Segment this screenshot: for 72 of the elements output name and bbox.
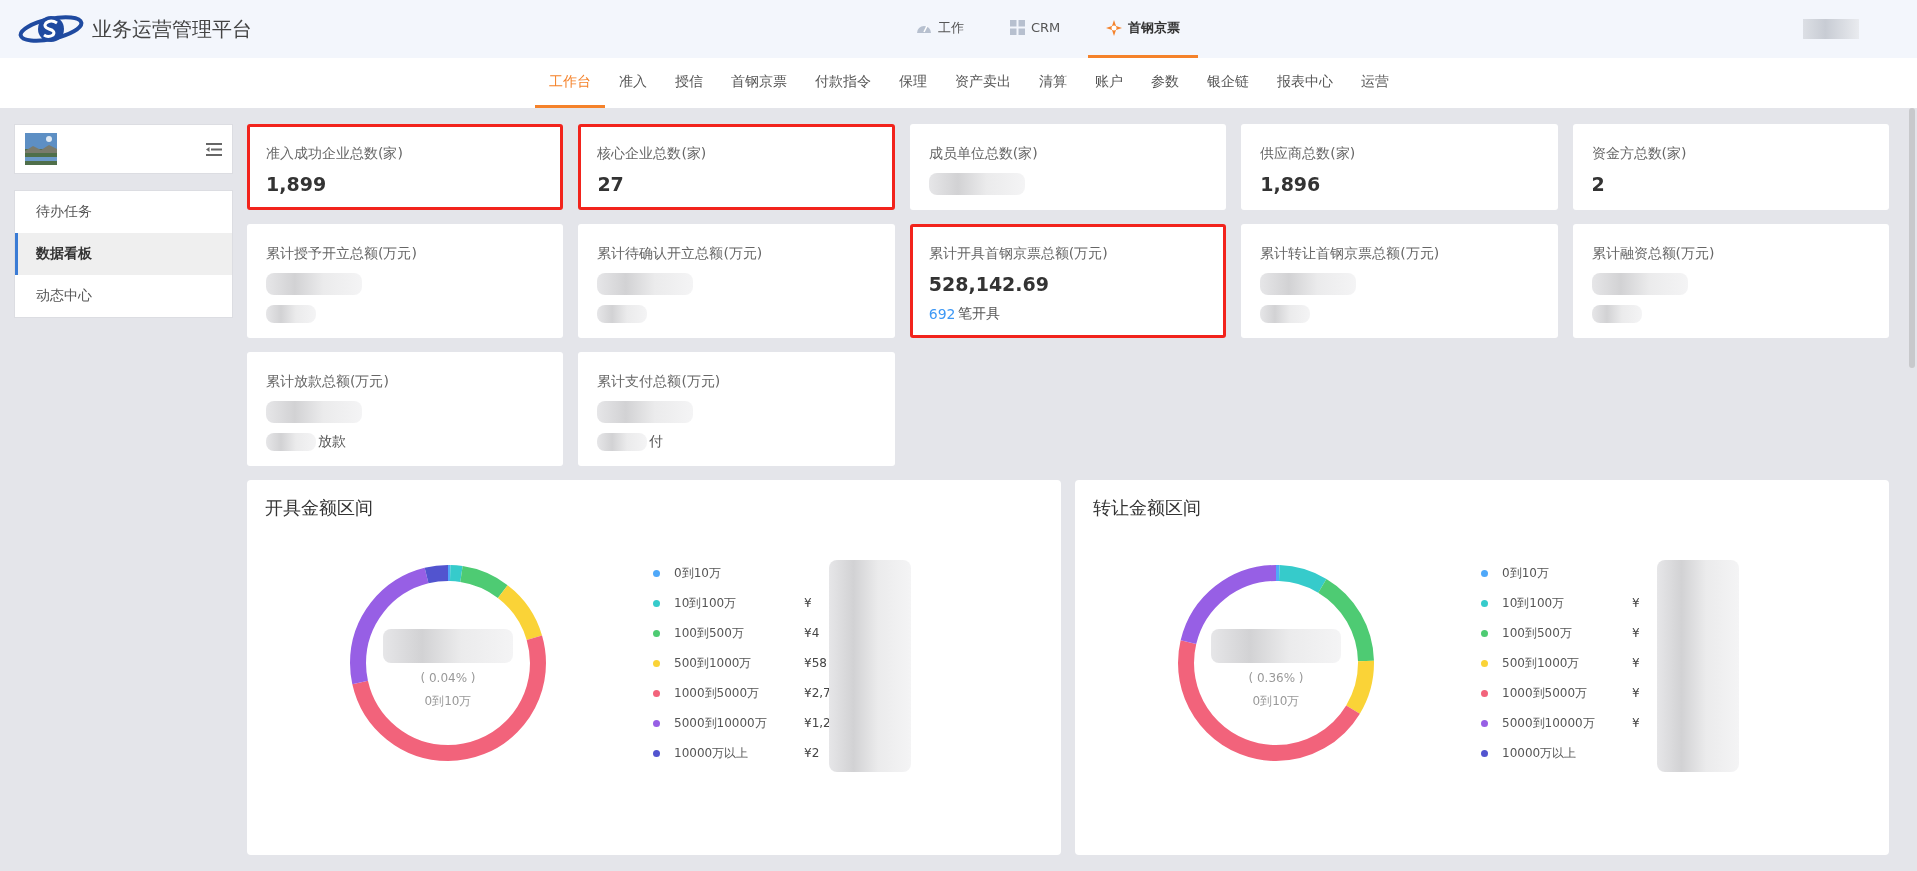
legend-label: 1000到5000万	[1502, 684, 1589, 702]
center-label: 0到10万	[424, 692, 472, 710]
legend-label: 100到500万	[674, 624, 745, 642]
menu-tab[interactable]: 付款指令	[800, 58, 885, 108]
legend-amount: ¥2,7	[804, 686, 831, 700]
user-avatar[interactable]	[1803, 19, 1859, 39]
legend-label: 10到100万	[674, 594, 738, 612]
legend-label: 10000万以上	[674, 744, 750, 762]
card-title: 累计开具首钢京票总额(万元)	[928, 245, 1109, 263]
menu-tab[interactable]: 清算	[1024, 58, 1081, 108]
legend-label: 5000到10000万	[1502, 714, 1596, 732]
menu-tab[interactable]: 授信	[660, 58, 717, 108]
card-value: 27	[597, 173, 625, 195]
legend-amount: ¥	[1632, 656, 1640, 670]
legend-amount: ¥	[1632, 716, 1640, 730]
legend-label: 0到10万	[674, 564, 722, 582]
card-footer-text: 付	[649, 433, 664, 451]
card-title: 累计放款总额(万元)	[266, 373, 390, 391]
center-label: 0到10万	[1252, 692, 1300, 710]
legend-amount: ¥58	[804, 656, 827, 670]
menu-tab[interactable]: 账户	[1080, 58, 1137, 108]
legend-label: 1000到5000万	[674, 684, 761, 702]
card-title: 准入成功企业总数(家)	[266, 145, 404, 163]
legend-label: 100到500万	[1502, 624, 1573, 642]
card-title: 累计转让首钢京票总额(万元)	[1260, 245, 1441, 263]
card-footer-text: 笔开具	[957, 305, 1000, 323]
scrollbar[interactable]	[1909, 108, 1915, 368]
menu-tab[interactable]: 资产卖出	[940, 58, 1025, 108]
legend-amount: ¥	[1632, 686, 1640, 700]
menu-icon[interactable]	[206, 142, 222, 156]
menu-tab[interactable]: 参数	[1136, 58, 1193, 108]
legend-amount: ¥	[1632, 596, 1640, 610]
card-footer-text: 放款	[318, 433, 346, 451]
card-title: 成员单位总数(家)	[928, 145, 1039, 163]
center-percent: ( 0.36% )	[1248, 670, 1304, 685]
legend-label: 0到10万	[1502, 564, 1550, 582]
legend-label: 10到100万	[1502, 594, 1566, 612]
card-title: 累计支付总额(万元)	[597, 373, 722, 391]
menu-tab[interactable]: 保理	[884, 58, 941, 108]
nav-tab[interactable]: CRM	[992, 0, 1079, 58]
legend-amount: ¥2	[804, 746, 820, 760]
card-value: 2	[1591, 173, 1606, 195]
card-title: 核心企业总数(家)	[597, 145, 708, 163]
card-title: 累计授予开立总额(万元)	[266, 245, 418, 263]
card-title: 供应商总数(家)	[1260, 145, 1357, 163]
panel-title: 转让金额区间	[1093, 496, 1202, 520]
card-value: 528,142.69	[928, 273, 1050, 295]
legend-amount: ¥4	[804, 626, 820, 640]
legend-amount: ¥1,2	[804, 716, 831, 730]
legend-label: 5000到10000万	[674, 714, 768, 732]
card-title: 累计融资总额(万元)	[1591, 245, 1716, 263]
center-percent: ( 0.04% )	[420, 670, 476, 685]
nav-tab[interactable]: 工作	[898, 0, 982, 58]
legend-label: 10000万以上	[1502, 744, 1578, 762]
legend-label: 500到1000万	[1502, 654, 1581, 672]
menu-tab[interactable]: 报表中心	[1262, 58, 1347, 108]
panel-title: 开具金额区间	[265, 496, 374, 520]
menu-tab[interactable]: 首钢京票	[716, 58, 801, 108]
legend-label: 500到1000万	[674, 654, 753, 672]
menu-tab[interactable]: 准入	[604, 58, 661, 108]
menu-tab[interactable]: 银企链	[1192, 58, 1263, 108]
grid-icon	[1010, 20, 1025, 35]
menu-tab[interactable]: 运营	[1346, 58, 1403, 108]
app-title: 业务运营管理平台	[92, 15, 252, 43]
star-logo-icon	[1106, 19, 1123, 36]
card-value: 1,896	[1260, 173, 1322, 195]
card-value: 1,899	[266, 173, 328, 195]
sidebar-item[interactable]: 数据看板	[15, 233, 232, 275]
card-title: 累计待确认开立总额(万元)	[597, 245, 764, 263]
legend-amount: ¥	[1632, 626, 1640, 640]
legend-amount: ¥	[804, 596, 812, 610]
card-title: 资金方总数(家)	[1591, 145, 1688, 163]
